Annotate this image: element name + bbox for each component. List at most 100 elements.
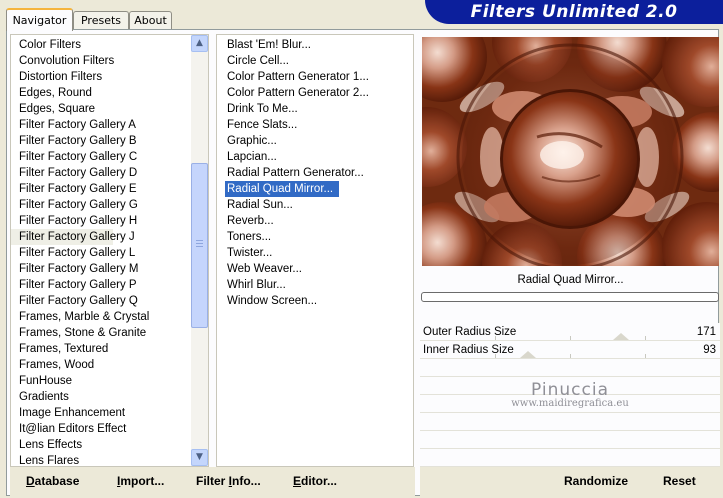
filter-row: Lapcian...: [217, 149, 413, 165]
category-item[interactable]: Frames, Stone & Granite: [11, 325, 208, 341]
category-item[interactable]: Frames, Wood: [11, 357, 208, 373]
category-item[interactable]: Edges, Round: [11, 85, 208, 101]
category-item[interactable]: Filter Factory Gallery E: [11, 181, 208, 197]
progress-bar: [421, 292, 719, 302]
filter-item[interactable]: Color Pattern Generator 1...: [217, 69, 413, 85]
scrollbar-thumb[interactable]: [191, 163, 208, 328]
filter-row: Radial Quad Mirror...: [217, 181, 413, 197]
grip-line: [196, 243, 203, 244]
category-list[interactable]: Color Filters Convolution Filters Distorti…: [10, 34, 209, 467]
reset-button[interactable]: Reset: [663, 474, 696, 488]
grip-line: [196, 240, 203, 241]
filter-item[interactable]: Drink To Me...: [217, 101, 413, 117]
category-item[interactable]: It@lian Editors Effect: [11, 421, 208, 437]
category-item[interactable]: Gradients: [11, 389, 208, 405]
category-item[interactable]: Filter Factory Gallery L: [11, 245, 208, 261]
slider-marker[interactable]: [520, 351, 536, 358]
param-label: Inner Radius Size: [423, 344, 514, 356]
category-item[interactable]: Filter Factory Gallery H: [11, 213, 208, 229]
filter-row: Twister...: [217, 245, 413, 261]
category-item[interactable]: Filter Factory Gallery C: [11, 149, 208, 165]
filter-row: Reverb...: [217, 213, 413, 229]
slider-marker[interactable]: [613, 333, 629, 340]
filter-row: Circle Cell...: [217, 53, 413, 69]
filter-item[interactable]: Whirl Blur...: [217, 277, 413, 293]
category-item[interactable]: Filter Factory Gallery B: [11, 133, 208, 149]
tab-about[interactable]: About: [129, 11, 172, 30]
filter-row: Window Screen...: [217, 293, 413, 309]
filter-row: Color Pattern Generator 1...: [217, 69, 413, 85]
filter-item[interactable]: Toners...: [217, 229, 413, 245]
param-empty-row: [420, 413, 720, 431]
filter-row: Web Weaver...: [217, 261, 413, 277]
tab-navigator[interactable]: Navigator: [6, 8, 73, 31]
filter-items: Blast 'Em! Blur... Circle Cell... Color Pa…: [217, 35, 413, 309]
filter-row: Radial Pattern Generator...: [217, 165, 413, 181]
filter-row: Fence Slats...: [217, 117, 413, 133]
category-item[interactable]: Lens Effects: [11, 437, 208, 453]
import-button[interactable]: Import...: [117, 474, 164, 488]
bottom-toolbar-left: Database Import... Filter Info... Editor…: [10, 467, 415, 496]
bottom-toolbar-right: Randomize Reset: [420, 467, 720, 496]
chevron-down-icon[interactable]: ▼: [191, 449, 208, 466]
tab-presets[interactable]: Presets: [73, 11, 129, 30]
category-item[interactable]: FunHouse: [11, 373, 208, 389]
category-item[interactable]: Color Filters: [11, 37, 208, 53]
category-item[interactable]: Filter Factory Gallery G: [11, 197, 208, 213]
filter-item[interactable]: Twister...: [217, 245, 413, 261]
param-value: 93: [703, 344, 716, 356]
filter-row: Blast 'Em! Blur...: [217, 37, 413, 53]
param-value: 171: [696, 326, 716, 338]
filter-item[interactable]: Fence Slats...: [217, 117, 413, 133]
filter-item[interactable]: Color Pattern Generator 2...: [217, 85, 413, 101]
filter-preview-image: [422, 37, 719, 266]
category-item[interactable]: Convolution Filters: [11, 53, 208, 69]
param-outer-radius[interactable]: Outer Radius Size 171: [420, 323, 720, 341]
param-empty-row: [420, 449, 720, 467]
filter-item[interactable]: Blast 'Em! Blur...: [217, 37, 413, 53]
category-item[interactable]: Filter Factory Gallery P: [11, 277, 208, 293]
filter-row: Toners...: [217, 229, 413, 245]
watermark: Pinuccia www.maidiregrafica.eu: [420, 380, 720, 409]
filter-row: Radial Sun...: [217, 197, 413, 213]
param-label: Outer Radius Size: [423, 326, 517, 338]
app-banner-title: Filters Unlimited 2.0: [425, 0, 723, 24]
category-item[interactable]: Distortion Filters: [11, 69, 208, 85]
watermark-url: www.maidiregrafica.eu: [511, 398, 629, 409]
editor-button[interactable]: Editor...: [293, 474, 337, 488]
category-scrollbar[interactable]: ▲ ▼: [191, 35, 208, 466]
category-item[interactable]: Filter Factory Gallery D: [11, 165, 208, 181]
category-item[interactable]: Filter Factory Gallery J: [11, 229, 135, 245]
filter-list[interactable]: Blast 'Em! Blur... Circle Cell... Color Pa…: [216, 34, 414, 467]
filter-item[interactable]: Radial Sun...: [217, 197, 413, 213]
category-item[interactable]: Image Enhancement: [11, 405, 208, 421]
filter-row: Whirl Blur...: [217, 277, 413, 293]
database-button[interactable]: Database: [26, 474, 79, 488]
watermark-name: Pinuccia: [531, 380, 609, 400]
param-empty-row: [420, 431, 720, 449]
filter-row: Drink To Me...: [217, 101, 413, 117]
category-item[interactable]: Filter Factory Gallery A: [11, 117, 208, 133]
param-empty-row: [420, 359, 720, 377]
preview-artwork: [422, 37, 719, 266]
filter-item[interactable]: Web Weaver...: [217, 261, 413, 277]
category-item[interactable]: Frames, Textured: [11, 341, 208, 357]
filter-info-button[interactable]: Filter Info...: [196, 474, 261, 488]
category-item[interactable]: Lens Flares: [11, 453, 208, 466]
category-item[interactable]: Frames, Marble & Crystal: [11, 309, 208, 325]
category-item[interactable]: Edges, Square: [11, 101, 208, 117]
grip-line: [196, 246, 203, 247]
filter-item[interactable]: Circle Cell...: [217, 53, 413, 69]
filter-row: Color Pattern Generator 2...: [217, 85, 413, 101]
filter-item[interactable]: Lapcian...: [217, 149, 413, 165]
filter-item[interactable]: Radial Pattern Generator...: [217, 165, 413, 181]
param-inner-radius[interactable]: Inner Radius Size 93: [420, 341, 720, 359]
filter-item[interactable]: Reverb...: [217, 213, 413, 229]
filter-item[interactable]: Window Screen...: [217, 293, 413, 309]
category-item[interactable]: Filter Factory Gallery M: [11, 261, 208, 277]
randomize-button[interactable]: Randomize: [564, 474, 628, 488]
category-item[interactable]: Filter Factory Gallery Q: [11, 293, 208, 309]
chevron-up-icon[interactable]: ▲: [191, 35, 208, 52]
filter-item[interactable]: Radial Quad Mirror...: [225, 181, 340, 197]
filter-item[interactable]: Graphic...: [217, 133, 413, 149]
